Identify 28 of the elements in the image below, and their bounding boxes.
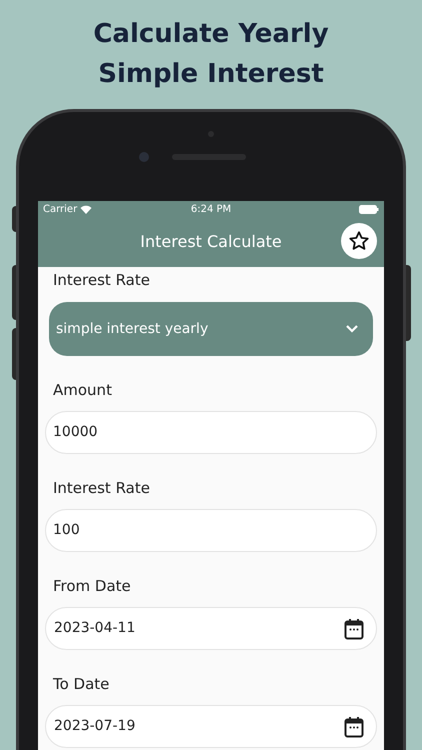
field-value: 2023-07-19 (54, 717, 136, 736)
field-value: 10000 (53, 423, 98, 442)
chevron-down-icon (345, 324, 359, 334)
headline: Simple Interest (98, 58, 324, 91)
star-icon (348, 230, 370, 252)
field-label: Amount (53, 380, 113, 400)
field-label: From Date (53, 576, 132, 596)
field-label: Interest Rate (53, 478, 151, 498)
input-field[interactable]: 2023-04-11 (45, 607, 377, 650)
phone-camera (139, 152, 149, 162)
field-value: 100 (53, 521, 80, 540)
field-label: To Date (53, 674, 110, 694)
input-field[interactable]: 100 (45, 509, 377, 552)
app-title: Interest Calculate (140, 231, 282, 253)
calendar-icon[interactable] (344, 618, 364, 640)
wifi-icon (80, 204, 92, 214)
field-label: Interest Rate (53, 270, 151, 290)
calendar-icon[interactable] (344, 716, 364, 738)
favorite-star-button[interactable] (341, 223, 377, 259)
dropdown-value: simple interest yearly (56, 320, 208, 338)
input-field[interactable]: 2023-07-19 (45, 705, 377, 748)
rate-type-dropdown[interactable]: simple interest yearly (49, 302, 373, 356)
field-value: 2023-04-11 (54, 619, 136, 638)
input-field[interactable]: 10000 (45, 411, 377, 454)
battery-icon (359, 204, 379, 214)
status-time: 6:24 PM (190, 202, 232, 216)
carrier-label: Carrier (43, 202, 78, 216)
headline: Calculate Yearly (93, 18, 329, 51)
